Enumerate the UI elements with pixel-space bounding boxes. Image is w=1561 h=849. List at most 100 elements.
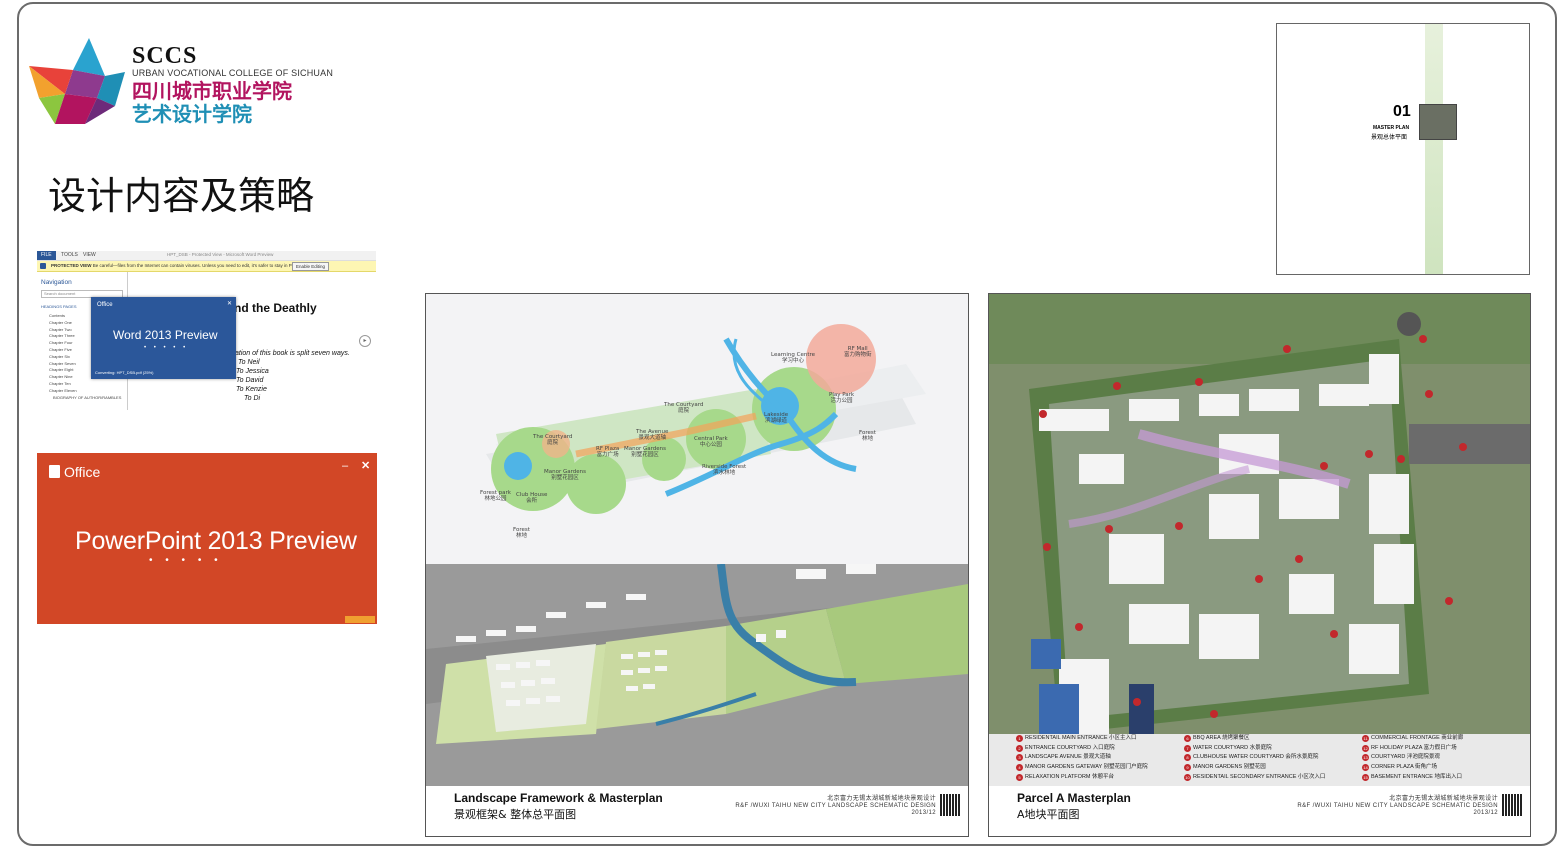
logo-abbr: SCCS: [132, 43, 198, 69]
loading-dots: • • • • •: [144, 345, 189, 351]
dedication-line: To David: [236, 377, 264, 384]
chapter-item[interactable]: BIOGRAPHY OF AUTHOR/RAMBLES: [37, 395, 127, 402]
map-label: Learning Centre 学习中心: [771, 352, 816, 364]
office-logo-icon: [49, 465, 60, 478]
word-ribbon-tabs: FILE TOOLS VIEW HPT_DSB - Protected View…: [37, 251, 376, 261]
section-label-en: MASTER PLAN: [1373, 125, 1410, 131]
legend-column-3: 11 COMMERCIAL FRONTAGE 商业前廊 12 RF HOLIDAY …: [1362, 734, 1463, 783]
parcel-a-plan: [989, 294, 1530, 786]
enable-editing-button[interactable]: Enable Editing: [292, 262, 330, 271]
legend-item: 1 RESIDENTAIL MAIN ENTRANCE 小区主入口: [1016, 734, 1148, 744]
firm-logo-icon: [940, 794, 960, 816]
map-label: Forest 林地: [859, 430, 876, 442]
document-line: ation of this book is split seven ways.: [235, 350, 350, 357]
office-label: Office: [97, 302, 113, 308]
cover-photo: [1419, 104, 1457, 140]
word-splash-dialog: Office ✕ Word 2013 Preview • • • • • Con…: [91, 297, 236, 379]
dedication-line: To Jessica: [236, 368, 269, 375]
map-label: Central Park 中心公园: [694, 436, 728, 448]
panel-caption-en: Parcel A Masterplan: [1017, 791, 1131, 805]
parcel-a-panel: 1 RESIDENTAIL MAIN ENTRANCE 小区主入口 2 ENTRAN…: [988, 293, 1531, 837]
legend-item: 5 RELAXATION PLATFORM 休憩平台: [1016, 773, 1148, 783]
legend-item: 9 MANOR GARDENS 别墅花园: [1184, 763, 1325, 773]
section-label-cn: 景观总体平面: [1371, 134, 1408, 141]
chapter-item[interactable]: Chapter Eleven: [37, 388, 127, 395]
project-date: 2013/12: [911, 810, 936, 816]
minimize-button[interactable]: –: [342, 460, 348, 472]
master-plan-cover: 01 MASTER PLAN 景观总体平面: [1276, 23, 1530, 275]
logo-english: URBAN VOCATIONAL COLLEGE OF SICHUAN: [132, 68, 334, 78]
map-label: The Courtyard 庭院: [664, 402, 704, 414]
college-logo-text: SCCS URBAN VOCATIONAL COLLEGE OF SICHUAN…: [132, 44, 333, 125]
map-label: Play Park 活力公园: [829, 392, 855, 404]
legend-column-1: 1 RESIDENTAIL MAIN ENTRANCE 小区主入口 2 ENTRAN…: [1016, 734, 1148, 783]
badge-icon: [345, 616, 375, 623]
map-label: The Avenue 景观大道轴: [636, 429, 669, 441]
legend-item: 15 BASEMENT ENTRANCE 地库出入口: [1362, 773, 1462, 781]
project-title-cn: 北京富力无锡太湖城新城地块景观设计: [827, 796, 936, 802]
protected-view-bar: PROTECTED VIEW Be careful—files from the…: [37, 261, 376, 272]
logo-school-name: 四川城市职业学院: [132, 79, 292, 103]
tab-tools[interactable]: TOOLS: [61, 252, 78, 258]
powerpoint-splash: Office – ✕ PowerPoint 2013 Preview • • •…: [37, 453, 377, 624]
tab-file[interactable]: FILE: [37, 251, 56, 260]
legend-item: 10 RESIDENTAIL SECONDARY ENTRANCE 小区次入口: [1184, 773, 1326, 781]
play-icon[interactable]: ▸: [359, 335, 371, 347]
document-heading: nd the Deathly: [234, 301, 317, 315]
legend-item: 14 CORNER PLAZA 街角广场: [1362, 764, 1438, 772]
tab-view[interactable]: VIEW: [83, 252, 96, 258]
map-label: Club House 会所: [516, 492, 548, 504]
slide-title: 设计内容及策略: [48, 174, 315, 218]
map-label: Manor Gardens 别墅花园区: [544, 469, 586, 481]
legend-item: 12 RF HOLIDAY PLAZA 富力假日广场: [1362, 744, 1457, 752]
landscape-framework-panel: Learning Centre 学习中心 RF Mall 富力购物街 The Cou…: [425, 293, 969, 837]
dedication-line: To Neil: [238, 359, 260, 366]
converting-status: Converting: HPT_DSB.pdf (25%): [95, 370, 154, 375]
project-date: 2013/12: [1473, 810, 1498, 816]
powerpoint-splash-title: PowerPoint 2013 Preview: [75, 527, 357, 555]
college-logo-icon: [29, 38, 125, 124]
map-label: Manor Gardens 别墅花园区: [624, 446, 666, 458]
word-splash-title: Word 2013 Preview: [113, 328, 218, 342]
green-stripe: [1425, 24, 1443, 274]
close-icon[interactable]: ✕: [227, 300, 232, 307]
map-label: RF Mall 富力购物街: [844, 346, 872, 358]
legend-item: 8 CLUBHOUSE WATER COURTYARD 会所水景庭院: [1184, 753, 1325, 763]
section-number: 01: [1393, 103, 1411, 120]
framework-diagram: [426, 294, 968, 564]
legend-item: 4 MANOR GARDENS GATEWAY 别墅花园门户庭院: [1016, 763, 1148, 773]
legend-item: 7 WATER COURTYARD 水景庭院: [1184, 744, 1325, 754]
panel-caption-en: Landscape Framework & Masterplan: [454, 791, 663, 805]
firm-logo-icon: [1502, 794, 1522, 816]
legend-item: 2 ENTRANCE COURTYARD 入口庭院: [1016, 744, 1148, 754]
protected-view-label: PROTECTED VIEW: [51, 263, 92, 268]
word-window-title: HPT_DSB - Protected View - Microsoft Wor…: [167, 252, 274, 257]
map-label: Forest 林地: [513, 527, 530, 539]
panel-caption-cn: 景观框架& 整体总平面图: [454, 808, 577, 821]
dedication-line: To Di: [244, 395, 261, 402]
project-title-en: R&F /WUXI TAIHU NEW CITY LANDSCAPE SCHEM…: [735, 803, 936, 809]
project-title: 北京富力无锡太湖城新城地块景观设计 R&F /WUXI TAIHU NEW CI…: [1266, 796, 1498, 817]
loading-dots: • • • • •: [149, 555, 223, 566]
panel-caption-cn: A地块平面图: [1017, 808, 1080, 821]
map-label: Lakeside 滨湖绿道: [764, 412, 789, 424]
close-button[interactable]: ✕: [361, 459, 370, 472]
dedication-line: To Kenzie: [236, 386, 267, 393]
navigation-title: Navigation: [41, 279, 72, 286]
project-title-cn: 北京富力无锡太湖城新城地块景观设计: [1389, 796, 1498, 802]
legend-item: 3 LANDSCAPE AVENUE 景观大道轴: [1016, 753, 1148, 763]
legend-item: 6 BBQ AREA 烧烤聚餐区: [1184, 734, 1325, 744]
office-label: Office: [64, 464, 101, 480]
logo-dept-name: 艺术设计学院: [132, 102, 252, 126]
map-label: The Courtyard 庭院: [533, 434, 573, 446]
legend-item: 13 COURTYARD 泮池庭院景观: [1362, 754, 1440, 762]
map-label: Riverside Forest 滨水林地: [702, 464, 747, 476]
word-window-screenshot: FILE TOOLS VIEW HPT_DSB - Protected View…: [37, 251, 376, 410]
map-label: RF Plaza 富力广场: [596, 446, 620, 458]
project-title-en: R&F /WUXI TAIHU NEW CITY LANDSCAPE SCHEM…: [1297, 803, 1498, 809]
protected-view-message: Be careful—files from the Internet can c…: [92, 263, 320, 268]
legend-column-2: 6 BBQ AREA 烧烤聚餐区 7 WATER COURTYARD 水景庭院 8C…: [1184, 734, 1325, 783]
chapter-item[interactable]: Chapter Ten: [37, 381, 127, 388]
shield-icon: [40, 263, 46, 269]
project-title: 北京富力无锡太湖城新城地块景观设计 R&F /WUXI TAIHU NEW CI…: [704, 796, 936, 817]
